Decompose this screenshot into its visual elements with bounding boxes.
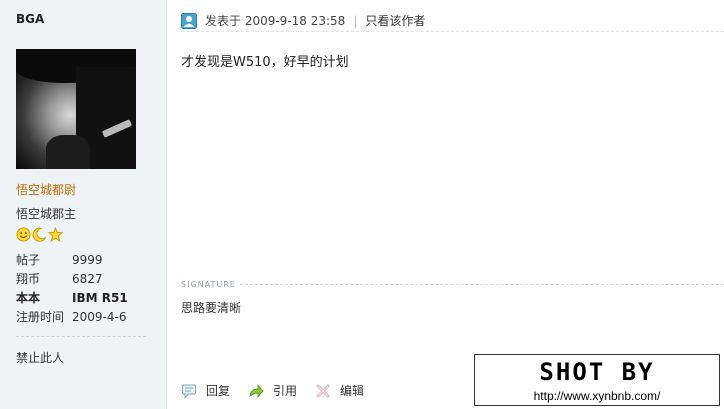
- edit-label: 编辑: [340, 384, 365, 398]
- reply-label: 回复: [206, 384, 231, 398]
- author-name[interactable]: BGA: [16, 12, 44, 26]
- quote-button[interactable]: 引用: [248, 382, 297, 399]
- stat-coins: 翔币 6827: [16, 269, 128, 288]
- group-title: 悟空城郡主: [16, 207, 77, 221]
- signature-line: [239, 284, 724, 285]
- only-author-link[interactable]: 只看该作者: [365, 12, 425, 29]
- edit-button[interactable]: 编辑: [315, 382, 364, 399]
- author-stats: 帖子 9999 翔币 6827 本本 IBM R51 注册时间 2009-4-6: [16, 250, 128, 326]
- post-actions: 回复 引用 编辑: [181, 382, 364, 399]
- stat-value: 2009-4-6: [72, 309, 127, 324]
- stat-label: 帖子: [16, 253, 41, 267]
- ban-user-link[interactable]: 禁止此人: [16, 349, 64, 366]
- signature-text: 思路要清晰: [181, 301, 242, 315]
- watermark-url: http://www.xynbnb.com/: [533, 389, 661, 403]
- stat-value: 9999: [72, 252, 103, 267]
- post-time: 发表于 2009-9-18 23:58: [205, 14, 346, 28]
- stat-value: IBM R51: [72, 290, 128, 305]
- avatar-beard: [46, 135, 90, 169]
- online-status-icon: [181, 12, 197, 29]
- stat-registered: 注册时间 2009-4-6: [16, 307, 128, 326]
- quote-arrow-icon: [249, 383, 264, 398]
- stat-value: 6827: [72, 271, 103, 286]
- stat-label: 注册时间: [16, 310, 65, 324]
- reply-button[interactable]: 回复: [181, 382, 230, 399]
- moon-icon: [32, 227, 47, 242]
- watermark-title: SHOT BY: [539, 358, 655, 386]
- signature-label: SIGNATURE: [181, 280, 236, 289]
- stat-label: 本本: [16, 291, 41, 305]
- avatar[interactable]: [16, 49, 136, 169]
- edit-icon: [316, 384, 330, 397]
- stat-laptop: 本本 IBM R51: [16, 288, 128, 307]
- rank-title: 悟空城都尉: [16, 183, 77, 197]
- sidebar-divider: [16, 336, 146, 337]
- star-icon: [48, 227, 63, 242]
- watermark-box: SHOT BY http://www.xynbnb.com/: [474, 354, 720, 406]
- author-sidebar: BGA 悟空城都尉 悟空城郡主 帖子 9999 翔币 6827 本本 IBM R…: [0, 0, 167, 409]
- rank-badges: [16, 227, 63, 242]
- smiley-icon: [16, 227, 31, 242]
- quote-label: 引用: [273, 384, 298, 398]
- stat-posts: 帖子 9999: [16, 250, 128, 269]
- separator: |: [353, 13, 358, 28]
- post-content: 才发现是W510，好早的计划: [181, 55, 349, 70]
- signature-divider: SIGNATURE: [181, 280, 724, 289]
- reply-icon: [182, 384, 196, 399]
- stat-label: 翔币: [16, 272, 41, 286]
- post-header: 发表于 2009-9-18 23:58 | 只看该作者: [181, 10, 724, 32]
